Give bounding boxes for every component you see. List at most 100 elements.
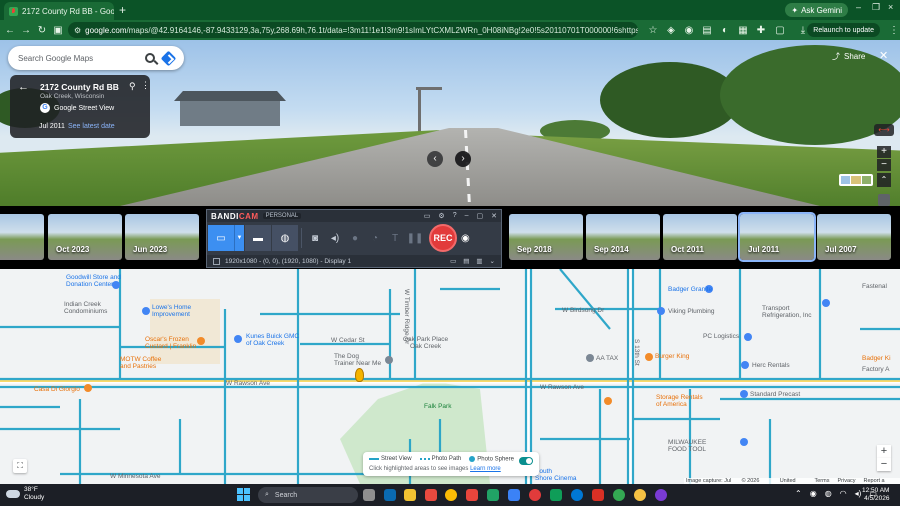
- map-label-casa[interactable]: Casa Di Giorgio: [34, 386, 80, 393]
- reload-icon[interactable]: ↻: [34, 25, 50, 36]
- map-label-pc-logistics[interactable]: PC Logistics: [703, 333, 739, 340]
- map-label-fastenal[interactable]: Fastenal: [862, 283, 887, 290]
- pause-icon[interactable]: ❚❚: [405, 225, 425, 251]
- map-label-oscars[interactable]: Oscar's Frozen Custard | Franklin: [145, 336, 196, 350]
- precast-poi-icon[interactable]: [740, 390, 748, 398]
- maximize-icon[interactable]: ▢: [477, 212, 484, 220]
- timeline-thumbnail[interactable]: Sep 2018: [509, 214, 583, 260]
- street-view-pegman-icon[interactable]: [355, 368, 364, 382]
- casa-poi-icon[interactable]: [84, 384, 92, 392]
- map-label-burger-king[interactable]: Burger King: [655, 353, 689, 360]
- dog-trainer-poi-icon[interactable]: [385, 356, 393, 364]
- pan-left-arrow-icon[interactable]: ‹: [427, 151, 443, 167]
- edge-icon[interactable]: [571, 489, 583, 501]
- map-label-badger-granite[interactable]: Badger Granite: [668, 286, 712, 293]
- learn-more-link[interactable]: Learn more: [470, 466, 501, 472]
- gallery-icon[interactable]: ▥: [476, 257, 482, 265]
- close-icon[interactable]: ✕: [491, 212, 497, 220]
- weather-widget[interactable]: 38°F Cloudy: [6, 486, 44, 502]
- see-latest-date-link[interactable]: See latest date: [68, 123, 115, 130]
- timeline-thumbnail-selected[interactable]: Jul 2011: [738, 212, 816, 262]
- timeline-handle[interactable]: [878, 194, 890, 206]
- map-zoom-in-button[interactable]: +: [877, 445, 891, 458]
- map-label-viking[interactable]: Viking Plumbing: [668, 308, 715, 315]
- tab-search-icon[interactable]: ▣: [50, 25, 66, 36]
- extension-icon[interactable]: ◈: [663, 25, 679, 36]
- pan-right-arrow-icon[interactable]: ›: [455, 151, 471, 167]
- timeline-thumbnail[interactable]: Oct 2023: [48, 214, 122, 260]
- chrome-icon[interactable]: [445, 489, 457, 501]
- settings-gear-icon[interactable]: ⚙: [438, 212, 444, 220]
- image-settings-icon[interactable]: ▤: [463, 257, 469, 265]
- wifi-icon[interactable]: ◠: [840, 489, 847, 498]
- speaker-icon[interactable]: ◂): [325, 225, 345, 251]
- record-button[interactable]: REC: [429, 224, 457, 252]
- map-label-motw[interactable]: MOTW Coffee and Pastries: [120, 356, 161, 370]
- ask-gemini-button[interactable]: ✦ Ask Gemini: [785, 3, 848, 17]
- address-bar[interactable]: ⚙ google.com/maps/@42.9164146,-87.943312…: [68, 22, 638, 38]
- app-icon[interactable]: [508, 489, 520, 501]
- map-label-kunes[interactable]: Kunes Buick GMC of Oak Creek: [246, 333, 299, 347]
- minimize-window-icon[interactable]: –: [856, 2, 861, 12]
- app-icon[interactable]: [466, 489, 478, 501]
- map-label-goodwill[interactable]: Goodwill Store and Donation Center: [66, 274, 121, 288]
- browser-tab-google-maps[interactable]: 2172 County Rd BB - Google M ×: [4, 2, 114, 20]
- viking-plumbing-poi-icon[interactable]: [657, 307, 665, 315]
- map-label-herc[interactable]: Herc Rentals: [752, 362, 790, 369]
- location-pin-icon[interactable]: ⚲: [129, 81, 136, 92]
- expand-icon[interactable]: ⌄: [490, 257, 495, 265]
- zoom-out-button[interactable]: −: [877, 159, 891, 171]
- bandicam-title-bar[interactable]: BANDICAM PERSONAL ▭ ⚙ ? – ▢ ✕: [207, 210, 501, 222]
- storage-poi-icon[interactable]: [604, 397, 612, 405]
- chrome-profile-icon[interactable]: [613, 489, 625, 501]
- relaunch-to-update-button[interactable]: Relaunch to update: [807, 23, 880, 37]
- minimize-icon[interactable]: –: [465, 212, 469, 220]
- map-label-transport[interactable]: Transport Refrigeration, Inc: [762, 305, 812, 319]
- share-button[interactable]: ⤴ Share: [832, 51, 865, 62]
- new-tab-button[interactable]: +: [119, 3, 126, 17]
- chevron-up-icon[interactable]: ⌃: [795, 489, 802, 498]
- device-record-mode-button[interactable]: ▬: [245, 225, 271, 251]
- tray-app-icon[interactable]: ◍: [825, 489, 832, 498]
- microphone-icon[interactable]: ●: [345, 225, 365, 251]
- extension-icon[interactable]: ▤: [699, 25, 715, 36]
- mouse-effect-icon[interactable]: ◔: [365, 225, 385, 251]
- map-label-indian-creek[interactable]: Indian Creek Condominiums: [64, 301, 107, 315]
- forward-arrow-icon[interactable]: →: [18, 25, 34, 36]
- lowes-poi-icon[interactable]: [142, 307, 150, 315]
- timeline-thumbnail[interactable]: Jun 2023: [125, 214, 199, 260]
- mode-dropdown-button[interactable]: ▼: [234, 225, 244, 251]
- map-label-aa-tax[interactable]: AA TAX: [596, 355, 618, 362]
- help-icon[interactable]: ?: [453, 212, 457, 220]
- tray-app-icon[interactable]: ◉: [810, 489, 817, 498]
- split-view-icon[interactable]: ▢: [772, 25, 788, 36]
- region-checkbox[interactable]: [213, 257, 220, 265]
- webcam-overlay-icon[interactable]: ◙: [305, 225, 325, 251]
- app-icon[interactable]: [592, 489, 604, 501]
- map-label-lowes[interactable]: Lowe's Home Improvement: [152, 304, 191, 318]
- map-label-storage[interactable]: Storage Rentals of America: [656, 394, 703, 408]
- search-input[interactable]: Search Google Maps: [18, 54, 137, 63]
- task-view-icon[interactable]: [363, 489, 375, 501]
- site-info-icon[interactable]: ⚙: [74, 26, 81, 35]
- map-label-milwaukee[interactable]: MILWAUKEE FOOD TOOL: [668, 439, 706, 453]
- maps-search-box[interactable]: Search Google Maps: [8, 46, 184, 70]
- extension-icon[interactable]: ◉: [681, 25, 697, 36]
- back-arrow-icon[interactable]: ←: [2, 25, 18, 36]
- extension-icon[interactable]: ◐: [717, 25, 733, 36]
- directions-icon[interactable]: [160, 50, 177, 66]
- browser-menu-icon[interactable]: ⋮: [886, 25, 900, 36]
- app-icon[interactable]: [655, 489, 667, 501]
- map-zoom-out-button[interactable]: −: [877, 458, 891, 471]
- bandicam-taskbar-icon[interactable]: [529, 489, 541, 501]
- oscars-poi-icon[interactable]: [197, 337, 205, 345]
- search-icon[interactable]: [145, 53, 155, 63]
- street-view-layer-toggle[interactable]: [519, 457, 533, 465]
- extension-icon[interactable]: ▦: [735, 25, 751, 36]
- folder-icon[interactable]: ▭: [424, 212, 431, 220]
- close-window-icon[interactable]: ×: [888, 2, 893, 12]
- transport-poi-icon[interactable]: [822, 299, 830, 307]
- bookmark-star-icon[interactable]: ☆: [645, 25, 661, 36]
- close-street-view-icon[interactable]: ✕: [879, 49, 888, 62]
- taskbar-clock[interactable]: 12:50 AM 4/5/2026: [862, 487, 889, 503]
